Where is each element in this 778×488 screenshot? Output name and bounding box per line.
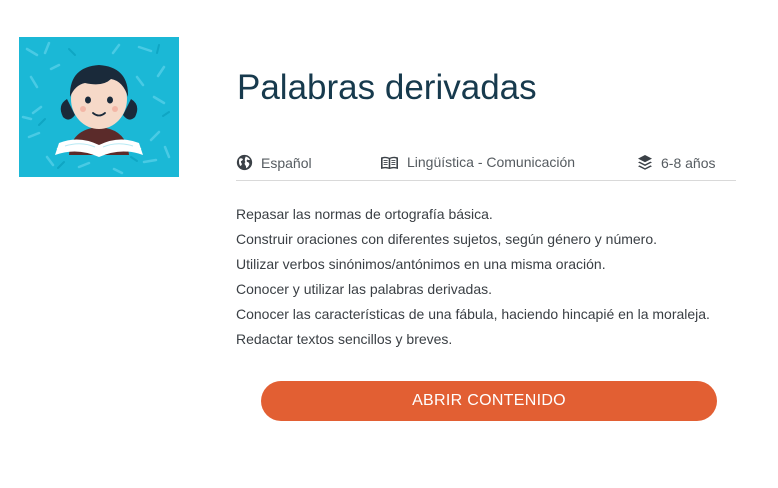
objective-item: Construir oraciones con diferentes sujet…	[236, 231, 658, 247]
subject-info: Lingüística - Comunicación	[380, 154, 575, 170]
language-info: Español	[236, 154, 312, 171]
age-label: 6-8 años	[661, 154, 716, 171]
objective-item: Repasar las normas de ortografía básica.	[236, 206, 493, 222]
objective-item: Utilizar verbos sinónimos/antónimos en u…	[236, 256, 606, 272]
open-content-button[interactable]: ABRIR CONTENIDO	[261, 381, 717, 421]
language-label: Español	[261, 154, 312, 171]
objective-item: Conocer y utilizar las palabras derivada…	[236, 281, 493, 297]
age-info: 6-8 años	[637, 154, 715, 171]
globe-icon	[236, 154, 253, 171]
content-thumbnail	[19, 37, 179, 177]
objective-item: Redactar textos sencillos y breves.	[236, 331, 453, 347]
learning-objectives: Repasar las normas de ortografía básica.…	[236, 202, 710, 352]
page-title: Palabras derivadas	[237, 68, 537, 107]
child-reading-book-icon	[21, 41, 171, 175]
layers-icon	[638, 155, 652, 170]
objective-item: Conocer las características de una fábul…	[236, 306, 710, 322]
book-icon	[381, 156, 398, 169]
subject-label: Lingüística - Comunicación	[407, 154, 576, 170]
metadata-bar: Español Lingüística - Comunicación 6-8 a…	[236, 150, 736, 181]
